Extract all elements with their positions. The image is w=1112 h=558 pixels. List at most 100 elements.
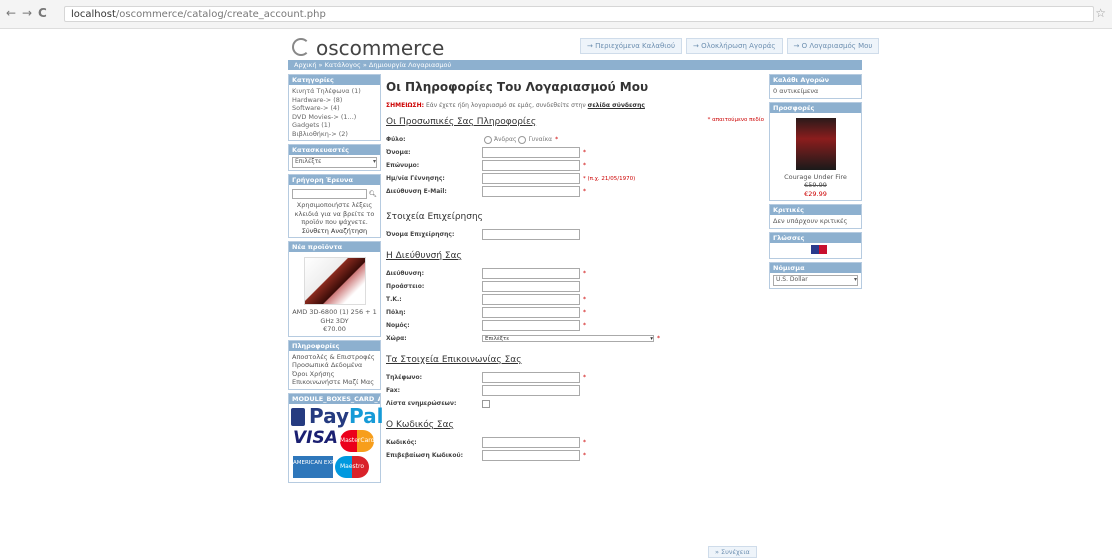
- amex-logo: AMERICAN EXPRESS: [293, 455, 349, 478]
- category-link[interactable]: Hardware-> (8): [292, 96, 377, 105]
- phone-label: Τηλέφωνο:: [386, 374, 423, 381]
- state-label: Νομός:: [386, 322, 410, 329]
- address-section-title: Η Διεύθυνσή Σας: [386, 251, 462, 261]
- login-page-link[interactable]: σελίδα σύνδεσης: [588, 102, 645, 109]
- required-asterisk: *: [583, 452, 586, 459]
- shipping-link[interactable]: Αποστολές & Επιστροφές: [292, 353, 377, 362]
- currency-select-value: U.S. Dollar: [776, 276, 808, 284]
- continue-button[interactable]: » Συνέχεια: [708, 546, 757, 558]
- visa-logo: VISA: [293, 427, 338, 448]
- breadcrumb[interactable]: Αρχική » Κατάλογος » Δημιουργία Λογαριασ…: [288, 60, 862, 70]
- suburb-label: Προάστειο:: [386, 283, 425, 290]
- gender-male-radio[interactable]: [484, 135, 492, 144]
- special-new-price: €29.99: [804, 189, 827, 198]
- street-label: Διεύθυνση:: [386, 270, 424, 277]
- maestro-logo: Maestro: [335, 455, 369, 478]
- new-product-image[interactable]: [303, 257, 366, 305]
- url-host: localhost: [71, 9, 116, 20]
- street-field[interactable]: [482, 268, 580, 279]
- dob-field[interactable]: [482, 173, 580, 184]
- phone-field[interactable]: [482, 372, 580, 383]
- category-link[interactable]: Κινητά Τηλέφωνα (1): [292, 87, 377, 96]
- cart-contents-button[interactable]: → Περιεχόμενα Καλαθιού: [580, 38, 682, 54]
- quick-search-box: Γρήγορη Έρευνα 🔍︎ Χρησιμοποιήστε λέξεις …: [288, 174, 381, 238]
- last-name-field[interactable]: [482, 160, 580, 171]
- chevron-down-icon: ▾: [372, 158, 376, 166]
- paypal-logo: PayPal: [289, 403, 384, 430]
- login-notice: ΣΗΜΕΙΩΣΗ: Εάν έχετε ήδη λογαριασμό σε εμ…: [386, 102, 764, 109]
- manufacturers-select-value: Επιλέξτε: [295, 158, 322, 166]
- forward-arrow-icon[interactable]: →: [22, 6, 32, 20]
- currency-select[interactable]: U.S. Dollar ▾: [773, 275, 858, 286]
- required-asterisk: *: [583, 188, 586, 195]
- payment-title: MODULE_BOXES_CARD_AC: [289, 393, 380, 404]
- search-icon[interactable]: 🔍︎: [369, 190, 377, 199]
- notice-label: ΣΗΜΕΙΩΣΗ:: [386, 102, 425, 109]
- special-product-name[interactable]: Courage Under Fire: [773, 173, 858, 182]
- right-column: Καλάθι Αγορών 0 αντικείμενα Προσφορές Co…: [769, 74, 862, 292]
- company-field[interactable]: [482, 229, 580, 240]
- postcode-field[interactable]: [482, 294, 580, 305]
- gender-female-radio[interactable]: [518, 135, 527, 144]
- email-field[interactable]: [482, 186, 580, 197]
- newsletter-label: Λίστα ενημερώσεων:: [386, 400, 457, 407]
- quick-search-input[interactable]: [292, 189, 367, 199]
- english-flag-icon[interactable]: [811, 244, 827, 254]
- manufacturers-title: Κατασκευαστές: [289, 145, 380, 155]
- category-link[interactable]: Software-> (4): [292, 104, 377, 113]
- main-content: Οι Πληροφορίες Του Λογαριασμού Μου ΣΗΜΕΙ…: [386, 74, 764, 462]
- special-product-image[interactable]: [795, 117, 836, 170]
- category-link[interactable]: Gadgets (1): [292, 121, 377, 130]
- password-section-title: Ο Κωδικός Σας: [386, 420, 454, 430]
- suburb-field[interactable]: [482, 281, 580, 292]
- country-label: Χώρα:: [386, 335, 407, 342]
- fax-field[interactable]: [482, 385, 580, 396]
- required-asterisk: *: [555, 136, 559, 143]
- store-logo[interactable]: oscommerce: [292, 36, 444, 60]
- address-bar[interactable]: localhost/oscommerce/catalog/create_acco…: [64, 6, 1094, 22]
- contact-link[interactable]: Επικοινωνήστε Μαζί Μας: [292, 378, 377, 387]
- company-label: Όνομα Επιχείρησης:: [386, 231, 455, 238]
- new-product-name[interactable]: AMD 3D-6800 (1) 256 + 1 GHz 3DY: [292, 308, 377, 325]
- paypal-text-pal: Pal: [349, 403, 384, 428]
- email-label: Διεύθυνση E-Mail:: [386, 188, 447, 195]
- advanced-search-link[interactable]: Σύνθετη Αναζήτηση: [292, 227, 377, 236]
- privacy-link[interactable]: Προσωπικά Δεδομένα: [292, 361, 377, 370]
- specials-box: Προσφορές Courage Under Fire €59.99 €29.…: [769, 101, 862, 201]
- special-old-price: €59.99: [804, 181, 827, 189]
- postcode-label: Τ.Κ.:: [386, 296, 402, 303]
- newsletter-checkbox[interactable]: [482, 399, 490, 408]
- state-field[interactable]: [482, 320, 580, 331]
- currencies-title: Νόμισμα: [770, 263, 861, 273]
- paypal-text-pay: Pay: [309, 403, 350, 428]
- information-box: Πληροφορίες Αποστολές & Επιστροφές Προσω…: [288, 339, 381, 390]
- confirm-password-field[interactable]: [482, 450, 580, 461]
- country-select[interactable]: Επιλέξτε ▾: [482, 335, 654, 342]
- manufacturers-select[interactable]: Επιλέξτε ▾: [292, 157, 377, 168]
- reload-icon[interactable]: C: [38, 6, 47, 20]
- first-name-field[interactable]: [482, 147, 580, 158]
- mastercard-logo: MasterCard: [339, 429, 374, 452]
- category-link[interactable]: Βιβλιοθήκη-> (2): [292, 130, 377, 139]
- information-title: Πληροφορίες: [289, 340, 380, 351]
- chevron-down-icon: ▾: [853, 276, 857, 284]
- city-label: Πόλη:: [386, 309, 406, 316]
- header-buttons: → Περιεχόμενα Καλαθιού → Ολοκλήρωση Αγορ…: [580, 38, 880, 54]
- page-title: Οι Πληροφορίες Του Λογαριασμού Μου: [386, 80, 649, 94]
- city-field[interactable]: [482, 307, 580, 318]
- notice-text: Εάν έχετε ήδη λογαριασμό σε εμάς, συνδεθ…: [425, 102, 586, 109]
- bookmark-star-icon[interactable]: ☆: [1095, 6, 1106, 20]
- required-asterisk: *: [583, 296, 586, 303]
- reviews-box: Κριτικές Δεν υπάρχουν κριτικές: [769, 204, 862, 229]
- specials-title: Προσφορές: [770, 102, 861, 113]
- fax-label: Fax:: [386, 387, 401, 394]
- required-asterisk: *: [583, 149, 586, 156]
- my-account-button[interactable]: → Ο Λογαριασμός Μου: [786, 38, 880, 54]
- password-field[interactable]: [482, 437, 580, 448]
- back-arrow-icon[interactable]: ←: [6, 6, 16, 20]
- languages-title: Γλώσσες: [770, 232, 861, 243]
- category-link[interactable]: DVD Movies-> (1...): [292, 113, 377, 122]
- checkout-button[interactable]: → Ολοκλήρωση Αγοράς: [686, 38, 783, 54]
- personal-section-title: Οι Προσωπικές Σας Πληροφορίες * απαιτούμε…: [386, 117, 764, 127]
- terms-link[interactable]: Όροι Χρήσης: [292, 370, 377, 379]
